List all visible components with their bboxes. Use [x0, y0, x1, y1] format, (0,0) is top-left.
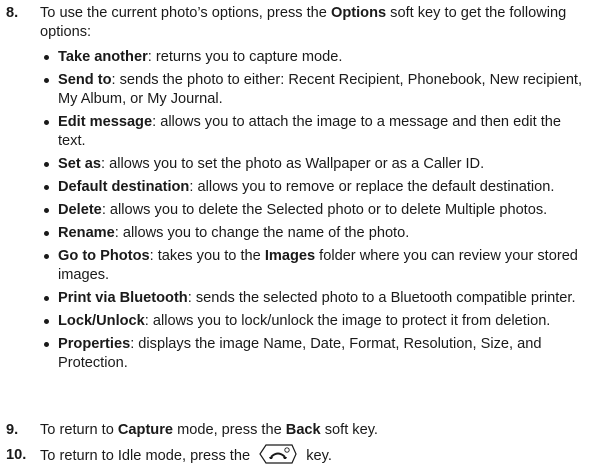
list-item: Delete: allows you to delete the Selecte… [44, 201, 583, 220]
list-item: Lock/Unlock: allows you to lock/unlock t… [44, 312, 583, 331]
step-number: 9. [6, 422, 19, 438]
step-text: To use the current photo’s options, pres… [40, 5, 567, 40]
list-item: Send to: sends the photo to either: Rece… [44, 71, 583, 109]
step-number: 10. [6, 447, 27, 463]
list-item: Properties: displays the image Name, Dat… [44, 335, 583, 373]
step-text: To return to Idle mode, press the key. [40, 444, 583, 466]
list-item: Edit message: allows you to attach the i… [44, 113, 583, 151]
step-10: 10. To return to Idle mode, press the ke… [6, 444, 583, 466]
options-list: Take another: returns you to capture mod… [44, 48, 583, 377]
step-9: 9. To return to Capture mode, press the … [6, 421, 583, 440]
list-item: Take another: returns you to capture mod… [44, 48, 583, 67]
list-item: Default destination: allows you to remov… [44, 178, 583, 197]
list-item: Print via Bluetooth: sends the selected … [44, 289, 583, 308]
step-number: 8. [6, 5, 19, 21]
step-text: To return to Capture mode, press the Bac… [40, 422, 378, 438]
list-item: Set as: allows you to set the photo as W… [44, 155, 583, 174]
options-key-label: Options [330, 5, 387, 21]
end-call-key-icon [256, 442, 300, 466]
step-8: 8. To use the current photo’s options, p… [6, 4, 583, 42]
manual-page: 8. To use the current photo’s options, p… [0, 0, 589, 470]
list-item: Go to Photos: takes you to the Images fo… [44, 247, 583, 285]
list-item: Rename: allows you to change the name of… [44, 224, 583, 243]
